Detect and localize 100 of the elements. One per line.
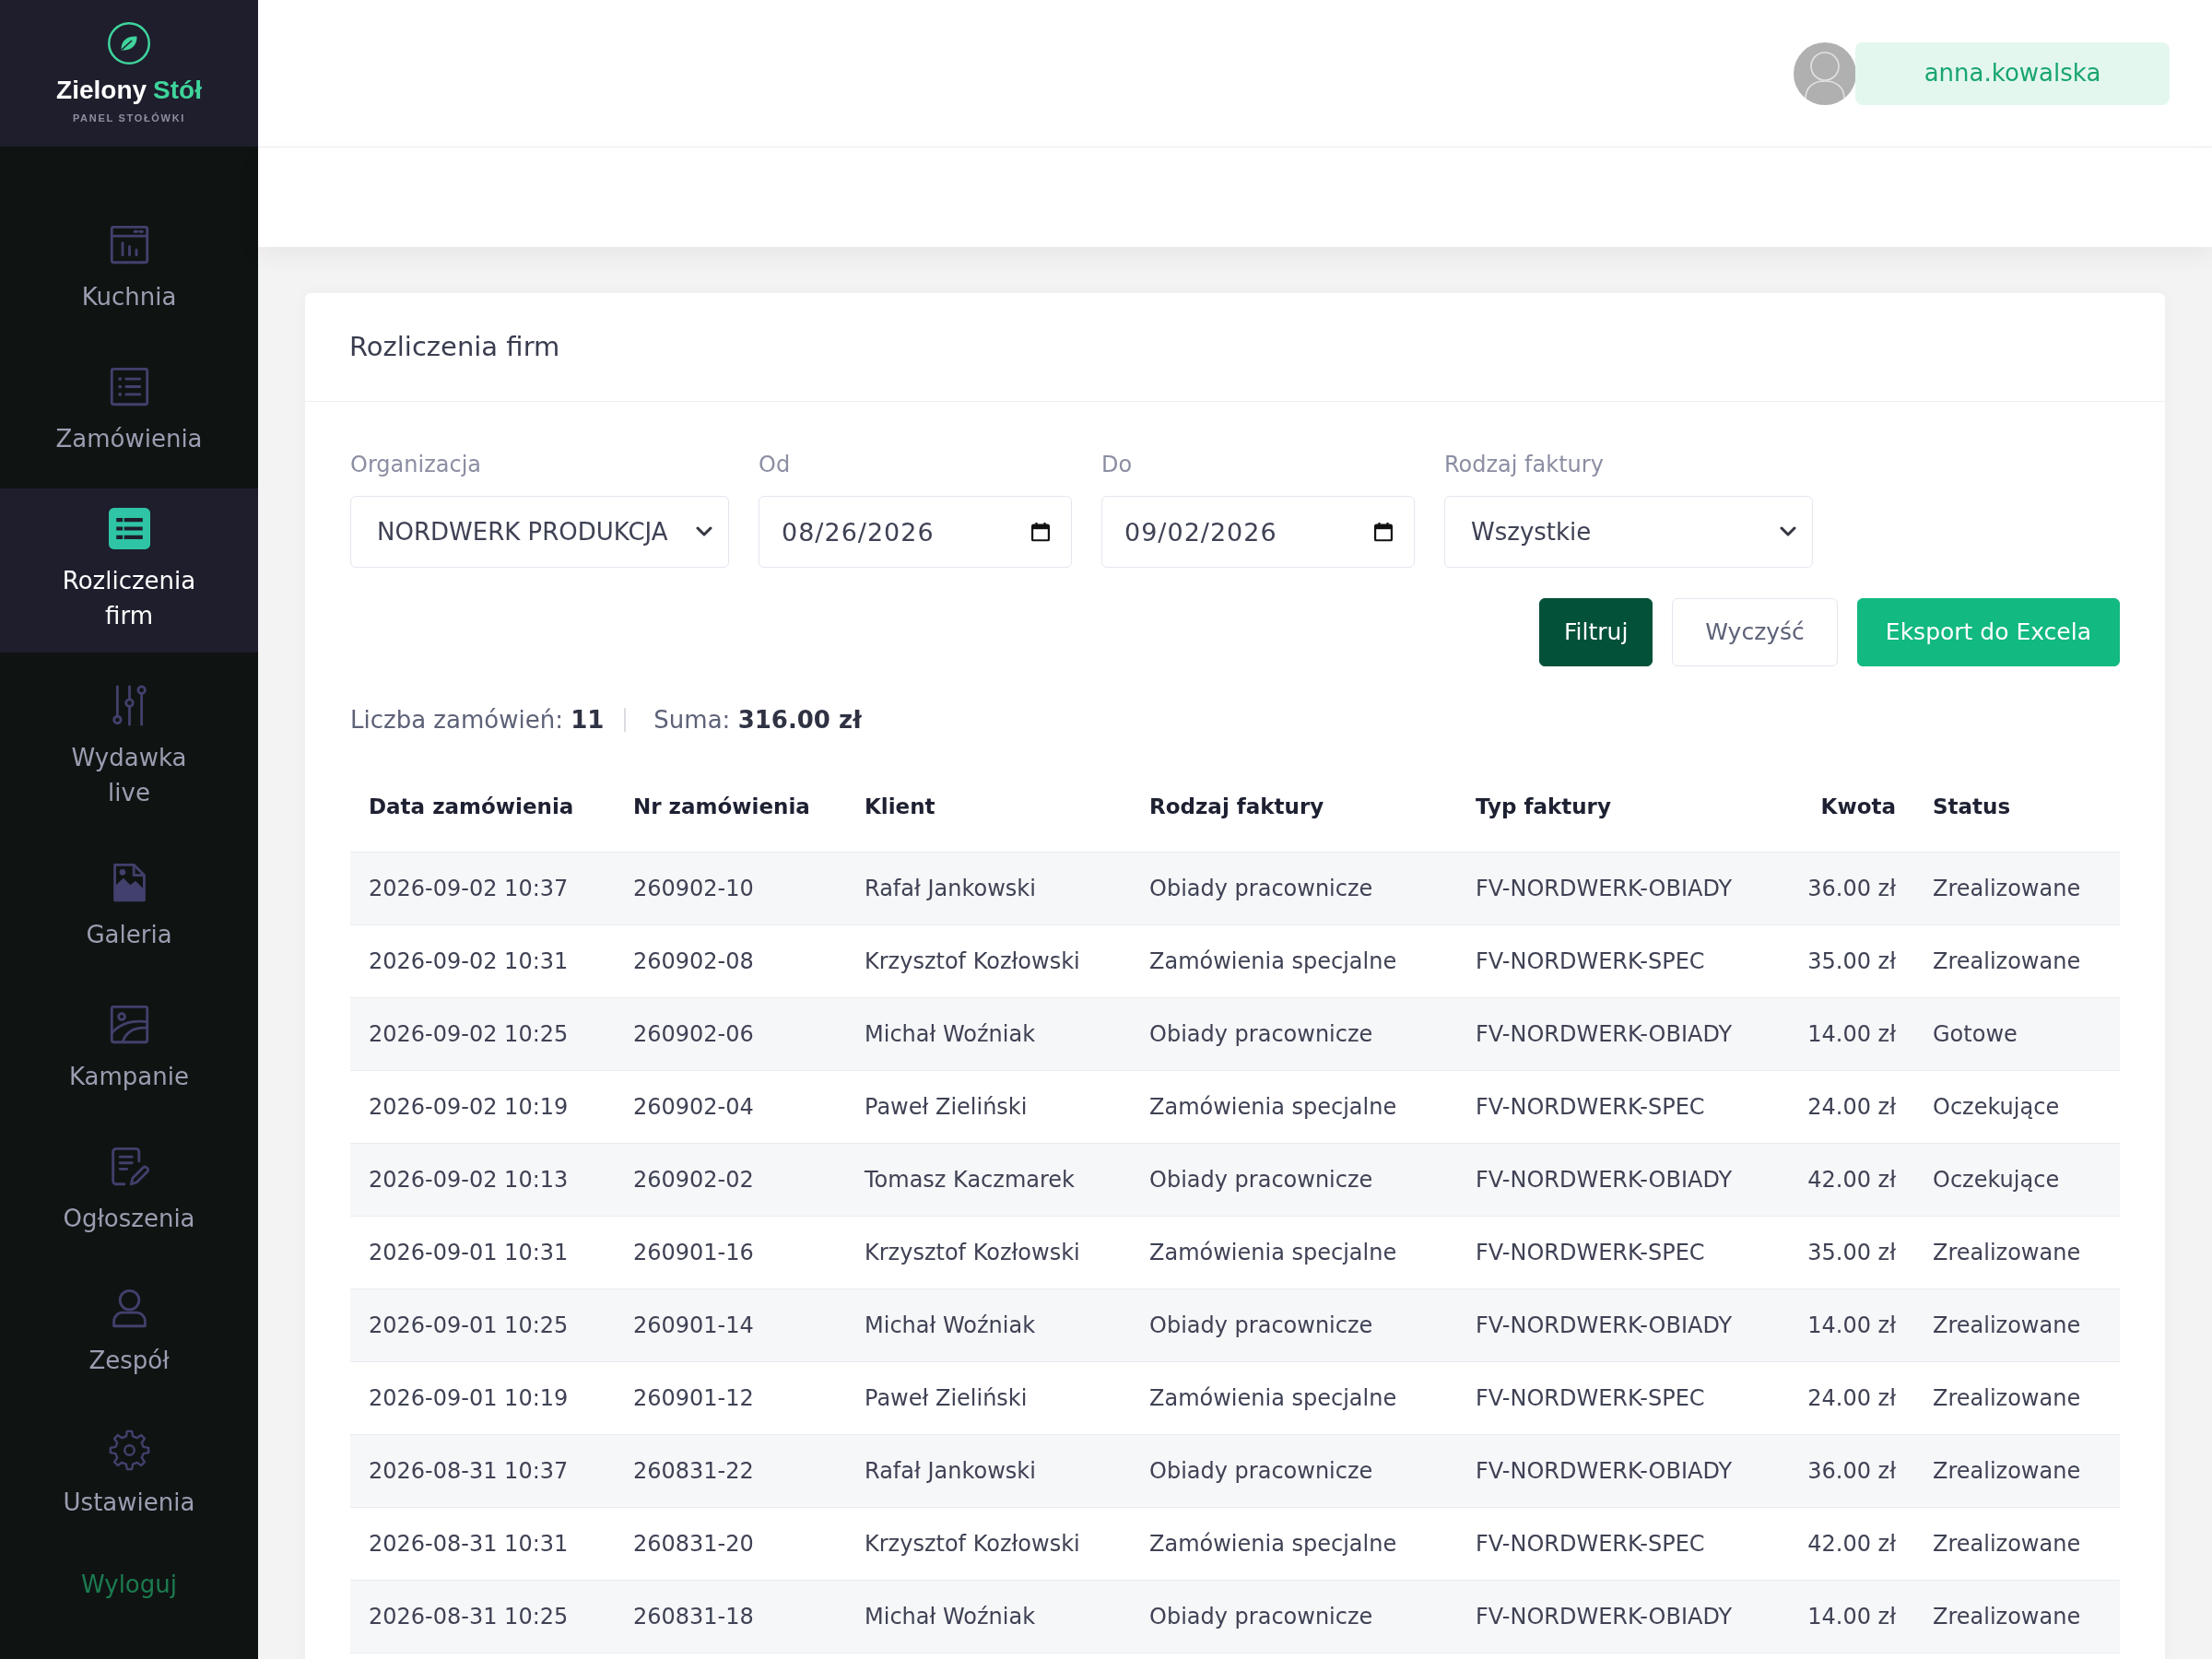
table-cell: Rafał Jankowski — [846, 852, 1131, 924]
table-cell: Oczekujące — [1914, 1143, 2120, 1216]
table-cell: 36.00 zł — [1779, 1434, 1914, 1507]
field-label: Od — [759, 452, 791, 477]
table-cell: 2026-09-01 10:25 — [350, 1288, 615, 1361]
table-cell: Oczekujące — [1914, 1070, 2120, 1143]
date-field[interactable]: 08/26/2026 — [759, 496, 1072, 568]
table-cell: Zrealizowane — [1914, 1361, 2120, 1434]
table-cell: Zamówienia specjalne — [1131, 1361, 1457, 1434]
table-cell: 260902-06 — [615, 997, 846, 1070]
table-cell: Obiady pracownicze — [1131, 1580, 1457, 1653]
table-cell: 24.00 zł — [1779, 1361, 1914, 1434]
nav-item[interactable]: Galeria — [0, 842, 258, 971]
column-header: Nr zamówienia — [615, 761, 846, 852]
table-cell: 2026-09-02 10:25 — [350, 997, 615, 1070]
brand-name: Zielony — [56, 76, 147, 105]
leaf-logo-icon — [108, 22, 150, 65]
list-icon — [108, 366, 150, 407]
nav-item[interactable]: Rozliczenia firm — [0, 488, 258, 653]
total-sum-text: Suma: 316.00 zł — [653, 705, 862, 735]
nav-item[interactable]: Ogłoszenia — [0, 1126, 258, 1255]
table-cell: Paweł Zieliński — [846, 1070, 1131, 1143]
settings-icon — [108, 1430, 150, 1471]
table-cell: Michał Woźniak — [846, 1288, 1131, 1361]
table-cell: 35.00 zł — [1779, 924, 1914, 997]
nav-item[interactable]: Wydawka live — [0, 665, 258, 830]
table-cell: Rafał Jankowski — [846, 1434, 1131, 1507]
page-title: Rozliczenia firm — [349, 331, 560, 363]
nav-item[interactable]: Ustawienia — [0, 1410, 258, 1539]
chart-window-icon — [108, 224, 150, 265]
table-cell: 35.00 zł — [1779, 1216, 1914, 1288]
table-cell: 14.00 zł — [1779, 997, 1914, 1070]
nav-item[interactable]: Zespół — [0, 1268, 258, 1397]
table-cell: Krzysztof Kozłowski — [846, 1507, 1131, 1580]
table-cell: 14.00 zł — [1779, 1580, 1914, 1653]
table-cell: Paweł Zieliński — [846, 1361, 1131, 1434]
table-cell: 42.00 zł — [1779, 1507, 1914, 1580]
calendar-icon — [1031, 522, 1050, 542]
table-cell: 2026-09-01 10:19 — [350, 1361, 615, 1434]
avatar-icon — [1794, 41, 1856, 105]
clear-button[interactable]: Wyczyść — [1672, 598, 1838, 666]
column-header: Data zamówienia — [350, 761, 615, 852]
list-icon — [108, 508, 150, 549]
table-cell: 260901-14 — [615, 1288, 846, 1361]
table-cell: FV-NORDWERK-SPEC — [1457, 924, 1779, 997]
table-cell: 2026-09-02 10:13 — [350, 1143, 615, 1216]
select-field[interactable]: NORDWERK PRODUKCJA — [350, 496, 729, 568]
filter-button[interactable]: Filtruj — [1539, 598, 1653, 666]
table-cell: Zrealizowane — [1914, 1507, 2120, 1580]
nav-item[interactable]: Zamówienia — [0, 347, 258, 476]
table-cell: 2026-09-01 10:31 — [350, 1216, 615, 1288]
table-cell: 14.00 zł — [1779, 1288, 1914, 1361]
table-cell: 260831-22 — [615, 1434, 846, 1507]
table-cell: 260902-04 — [615, 1070, 846, 1143]
nav-item[interactable]: Kuchnia — [0, 205, 258, 334]
table-cell: FV-NORDWERK-SPEC — [1457, 1361, 1779, 1434]
brand-subtitle: PANEL STOŁÓWKI — [72, 112, 186, 124]
column-header: Rodzaj faktury — [1131, 761, 1457, 852]
brand-name-accent: Stół — [153, 76, 202, 105]
table-cell: 260902-08 — [615, 924, 846, 997]
picture-icon — [108, 1004, 150, 1045]
table-cell: 260902-02 — [615, 1143, 846, 1216]
table-cell: FV-NORDWERK-SPEC — [1457, 1507, 1779, 1580]
column-header: Status — [1914, 761, 2120, 852]
table-cell: Zrealizowane — [1914, 1580, 2120, 1653]
table-cell: FV-NORDWERK-OBIADY — [1457, 1580, 1779, 1653]
table-cell: 260901-16 — [615, 1216, 846, 1288]
field-label: Organizacja — [350, 452, 482, 477]
table-cell: Zrealizowane — [1914, 1288, 2120, 1361]
table-cell: Zrealizowane — [1914, 924, 2120, 997]
table-cell: Michał Woźniak — [846, 1580, 1131, 1653]
table-cell: 260831-20 — [615, 1507, 846, 1580]
table-cell: 2026-08-31 10:31 — [350, 1507, 615, 1580]
table-cell: Krzysztof Kozłowski — [846, 1216, 1131, 1288]
date-field[interactable]: 09/02/2026 — [1101, 496, 1415, 568]
logout-link[interactable]: Wyloguj — [81, 1571, 177, 1598]
calendar-icon — [1374, 522, 1393, 542]
order-count-text: Liczba zamówień: 11 — [350, 705, 605, 735]
table-cell: 2026-09-02 10:31 — [350, 924, 615, 997]
nav-item[interactable]: Kampanie — [0, 984, 258, 1113]
table-cell: FV-NORDWERK-OBIADY — [1457, 1143, 1779, 1216]
chevron-down-icon — [696, 526, 712, 537]
table-cell: 260901-12 — [615, 1361, 846, 1434]
table-cell: 2026-08-31 10:37 — [350, 1434, 615, 1507]
table-cell: 24.00 zł — [1779, 1070, 1914, 1143]
table-cell: Obiady pracownicze — [1131, 1143, 1457, 1216]
table-cell: Michał Woźniak — [846, 997, 1131, 1070]
table-cell: FV-NORDWERK-OBIADY — [1457, 1434, 1779, 1507]
table-cell: Zamówienia specjalne — [1131, 1216, 1457, 1288]
select-field[interactable]: Wszystkie — [1444, 496, 1813, 568]
table-cell: Obiady pracownicze — [1131, 997, 1457, 1070]
table-cell: Obiady pracownicze — [1131, 1434, 1457, 1507]
table-cell: FV-NORDWERK-OBIADY — [1457, 852, 1779, 924]
table-cell: Zamówienia specjalne — [1131, 1507, 1457, 1580]
table-cell: Zrealizowane — [1914, 1216, 2120, 1288]
table-cell: FV-NORDWERK-OBIADY — [1457, 1288, 1779, 1361]
table-cell: 36.00 zł — [1779, 852, 1914, 924]
table-cell: 2026-09-02 10:37 — [350, 852, 615, 924]
table-cell: FV-NORDWERK-SPEC — [1457, 1070, 1779, 1143]
table-cell: FV-NORDWERK-SPEC — [1457, 1216, 1779, 1288]
